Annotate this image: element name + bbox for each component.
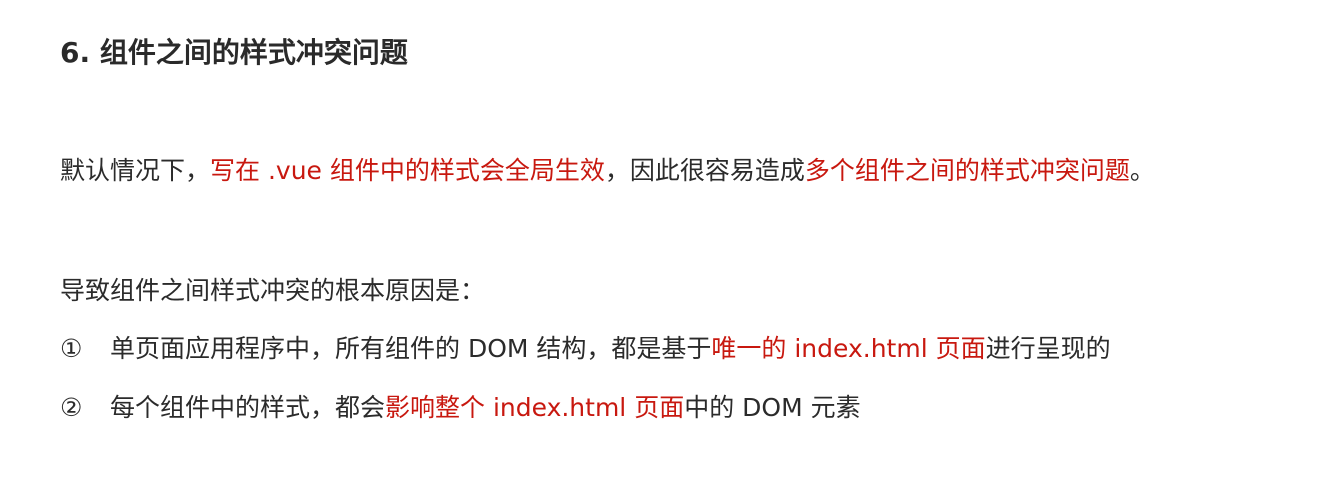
text-segment: 默认情况下， [60,156,211,185]
text-segment: 单页面应用程序中，所有组件的 DOM 结构，都是基于 [110,334,712,363]
text-segment: 中的 DOM 元素 [684,393,861,422]
highlight-unique-index-page: 唯一的 index.html 页面 [711,334,986,363]
text-segment: 。 [1129,156,1155,185]
list-item-2: ② 每个组件中的样式，都会影响整个 index.html 页面中的 DOM 元素 [60,390,861,426]
list-number: ② [60,393,83,422]
list-item-1: ① 单页面应用程序中，所有组件的 DOM 结构，都是基于唯一的 index.htm… [60,331,1111,367]
highlight-global-styles: 写在 .vue 组件中的样式会全局生效 [210,156,605,185]
paragraph-default-behavior: 默认情况下，写在 .vue 组件中的样式会全局生效，因此很容易造成多个组件之间的… [60,153,1155,189]
text-segment: 进行呈现的 [985,334,1111,363]
paragraph-root-cause: 导致组件之间样式冲突的根本原因是： [60,276,486,305]
highlight-style-conflict: 多个组件之间的样式冲突问题 [804,156,1130,185]
list-number: ① [60,334,83,363]
section-heading: 6. 组件之间的样式冲突问题 [60,36,408,69]
highlight-affects-whole-page: 影响整个 index.html 页面 [385,393,685,422]
text-segment: 每个组件中的样式，都会 [110,393,386,422]
text-segment: ，因此很容易造成 [604,156,805,185]
